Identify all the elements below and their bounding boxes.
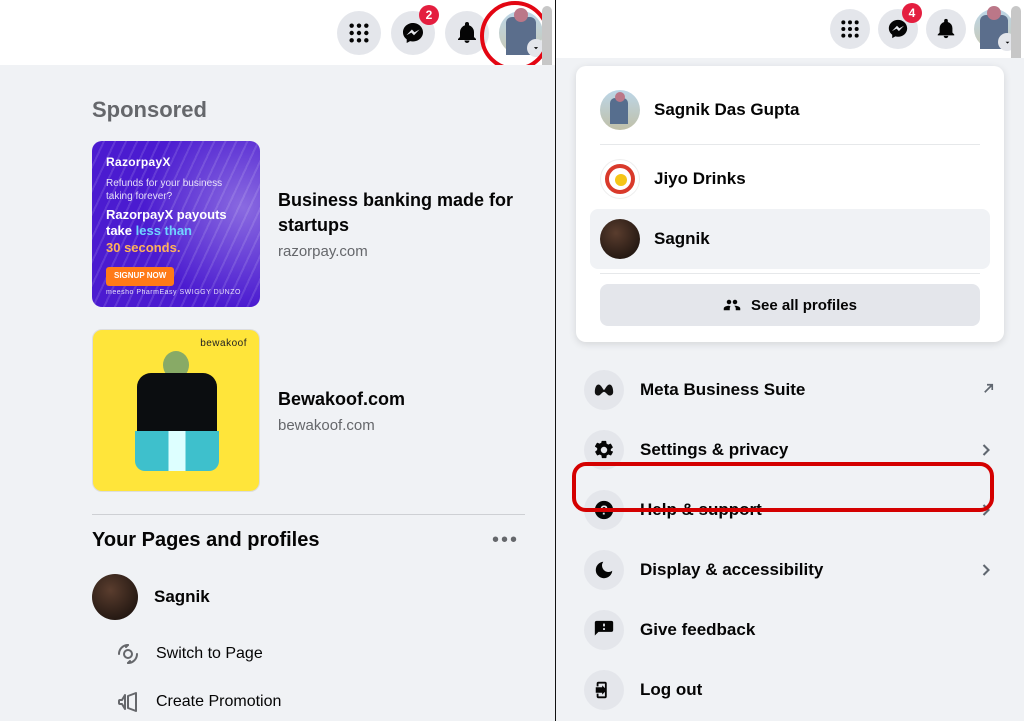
- ad-brand-tag: bewakoof: [200, 338, 247, 349]
- meta-icon: [584, 370, 624, 410]
- divider: [600, 144, 980, 145]
- ad-site: bewakoof.com: [278, 417, 405, 434]
- profile-item[interactable]: Jiyo Drinks: [590, 149, 990, 209]
- messenger-button[interactable]: 4: [878, 9, 918, 49]
- switch-icon: [114, 640, 142, 668]
- ad-title: Bewakoof.com: [278, 387, 405, 411]
- topbar-left: 2: [0, 0, 555, 65]
- action-label: Create Promotion: [156, 693, 281, 711]
- account-menu-list: Meta Business Suite Settings & privacy: [576, 360, 1004, 720]
- menu-label: Help & support: [640, 500, 960, 520]
- messenger-badge: 2: [419, 5, 439, 25]
- account-button[interactable]: [974, 9, 1014, 49]
- action-label: Switch to Page: [156, 645, 263, 663]
- create-promotion-action[interactable]: Create Promotion: [114, 688, 525, 716]
- menu-grid-button[interactable]: [337, 11, 381, 55]
- menu-item-display-accessibility[interactable]: Display & accessibility: [576, 540, 1004, 600]
- menu-label: Settings & privacy: [640, 440, 960, 460]
- grid-icon: [348, 22, 370, 44]
- grid-icon: [840, 19, 860, 39]
- ad-site: razorpay.com: [278, 243, 525, 260]
- messenger-icon: [401, 21, 425, 45]
- ad-cta: SIGNUP NOW: [106, 267, 174, 285]
- right-sidebar-feed: Sponsored RazorpayX Refunds for your bus…: [0, 65, 555, 721]
- messenger-badge: 4: [902, 3, 922, 23]
- gear-icon: [584, 430, 624, 470]
- left-panel: 2 Sponsored RazorpayX: [0, 0, 555, 721]
- ad-thumbnail: bewakoof: [92, 329, 260, 492]
- svg-text:?: ?: [600, 503, 608, 518]
- menu-label: Meta Business Suite: [640, 380, 996, 400]
- page-row[interactable]: Sagnik: [92, 574, 525, 620]
- sponsored-heading: Sponsored: [92, 97, 525, 123]
- account-button[interactable]: [499, 11, 543, 55]
- account-menu-popover: Sagnik Das Gupta Jiyo Drinks Sagnik See …: [556, 58, 1024, 721]
- topbar-right: 4: [556, 0, 1024, 58]
- avatar: [600, 90, 640, 130]
- ad-subtext: Refunds for your business taking forever…: [106, 177, 246, 203]
- divider: [92, 514, 525, 515]
- messenger-button[interactable]: 2: [391, 11, 435, 55]
- external-link-icon: [978, 381, 996, 399]
- menu-item-settings-privacy[interactable]: Settings & privacy: [576, 420, 1004, 480]
- profile-item[interactable]: Sagnik: [590, 209, 990, 269]
- more-options-button[interactable]: •••: [486, 525, 525, 556]
- avatar: [600, 219, 640, 259]
- page-name: Sagnik: [154, 587, 210, 607]
- notifications-button[interactable]: [445, 11, 489, 55]
- ad-image: [129, 351, 224, 491]
- notifications-button[interactable]: [926, 9, 966, 49]
- pages-section-title: Your Pages and profiles: [92, 529, 319, 552]
- divider: [600, 273, 980, 274]
- button-label: See all profiles: [751, 297, 857, 314]
- switch-to-page-action[interactable]: Switch to Page: [114, 640, 525, 668]
- profile-name: Jiyo Drinks: [654, 169, 746, 189]
- right-panel: 4 Sagnik Das Gupta: [555, 0, 1024, 721]
- menu-item-meta-business-suite[interactable]: Meta Business Suite: [576, 360, 1004, 420]
- avatar: [92, 574, 138, 620]
- logout-icon: [584, 670, 624, 710]
- menu-label: Display & accessibility: [640, 560, 960, 580]
- profile-item[interactable]: Sagnik Das Gupta: [590, 80, 990, 140]
- sponsored-ad[interactable]: bewakoof Bewakoof.com bewakoof.com: [92, 329, 525, 492]
- chevron-right-icon: [976, 440, 996, 460]
- menu-item-log-out[interactable]: Log out: [576, 660, 1004, 720]
- menu-label: Give feedback: [640, 620, 996, 640]
- profile-name: Sagnik: [654, 229, 710, 249]
- ad-partner-logos: meesho PharmEasy SWIGGY DUNZO: [106, 288, 241, 297]
- menu-grid-button[interactable]: [830, 9, 870, 49]
- feedback-icon: [584, 610, 624, 650]
- help-icon: ?: [584, 490, 624, 530]
- avatar: [600, 159, 640, 199]
- chevron-right-icon: [976, 500, 996, 520]
- bell-icon: [935, 18, 957, 40]
- moon-icon: [584, 550, 624, 590]
- bell-icon: [455, 21, 479, 45]
- ad-main-copy: RazorpayX payouts take less than30 secon…: [106, 207, 246, 258]
- profile-name: Sagnik Das Gupta: [654, 100, 799, 120]
- megaphone-icon: [114, 688, 142, 716]
- menu-item-help-support[interactable]: ? Help & support: [576, 480, 1004, 540]
- menu-label: Log out: [640, 680, 996, 700]
- chevron-right-icon: [976, 560, 996, 580]
- menu-item-give-feedback[interactable]: Give feedback: [576, 600, 1004, 660]
- ad-brand-logo: RazorpayX: [106, 155, 246, 171]
- profiles-icon: [723, 296, 741, 314]
- see-all-profiles-button[interactable]: See all profiles: [600, 284, 980, 326]
- ad-thumbnail: RazorpayX Refunds for your business taki…: [92, 141, 260, 307]
- profile-switcher-card: Sagnik Das Gupta Jiyo Drinks Sagnik See …: [576, 66, 1004, 342]
- ad-title: Business banking made for startups: [278, 188, 525, 237]
- sponsored-ad[interactable]: RazorpayX Refunds for your business taki…: [92, 141, 525, 307]
